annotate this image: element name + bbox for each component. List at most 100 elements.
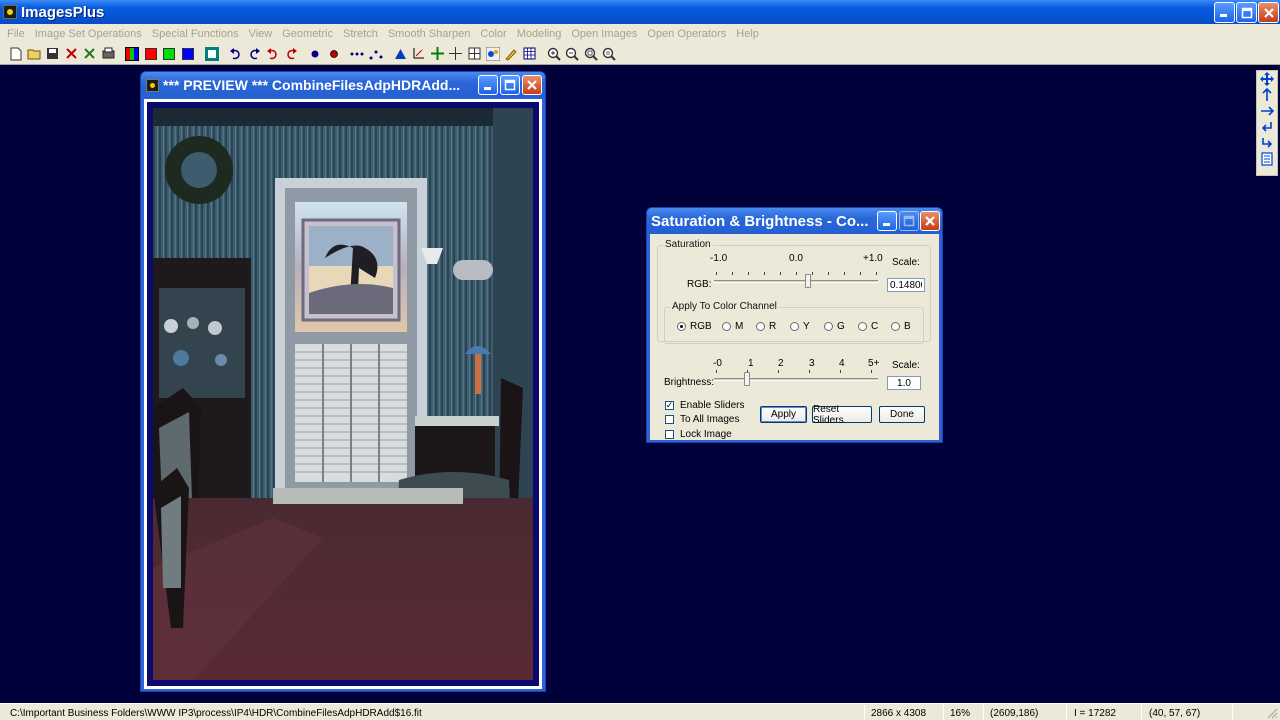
status-file-path: C:\Important Business Folders\WWW IP3\pr… bbox=[10, 707, 422, 719]
dialog-close-button[interactable] bbox=[920, 211, 940, 231]
brightness-value-field[interactable] bbox=[887, 376, 921, 390]
resize-grip-icon[interactable] bbox=[1266, 707, 1278, 719]
undo-all-icon[interactable] bbox=[264, 45, 281, 62]
preview-maximize-button[interactable] bbox=[500, 75, 520, 95]
menu-help[interactable]: Help bbox=[731, 28, 764, 40]
pyramid-icon[interactable] bbox=[392, 45, 409, 62]
zoom-actual-icon[interactable] bbox=[601, 45, 618, 62]
redo-all-icon[interactable] bbox=[283, 45, 300, 62]
histogram-icon[interactable] bbox=[203, 45, 220, 62]
saturation-slider[interactable] bbox=[714, 270, 878, 290]
brightness-slider[interactable] bbox=[714, 368, 878, 388]
status-rgb-values: (40, 57, 67) bbox=[1149, 707, 1201, 719]
minimize-icon bbox=[882, 222, 890, 226]
app-title: ImagesPlus bbox=[21, 3, 105, 21]
channel-radio-r[interactable]: R bbox=[756, 321, 776, 332]
redo-icon[interactable] bbox=[246, 45, 263, 62]
dialog-titlebar[interactable]: Saturation & Brightness - Co... bbox=[647, 208, 942, 234]
maximize-button[interactable] bbox=[1236, 2, 1257, 23]
saturation-rgb-label: RGB: bbox=[687, 279, 712, 290]
minimize-icon bbox=[1220, 14, 1227, 17]
menu-special-functions[interactable]: Special Functions bbox=[147, 28, 244, 40]
pencil-icon[interactable] bbox=[503, 45, 520, 62]
rotate-right-icon[interactable] bbox=[1257, 135, 1277, 151]
zoom-out-icon[interactable] bbox=[564, 45, 581, 62]
enable-sliders-checkbox[interactable]: ✓ Enable Sliders bbox=[665, 400, 744, 411]
apply-button[interactable]: Apply bbox=[760, 406, 807, 423]
channel-radio-g[interactable]: G bbox=[824, 321, 845, 332]
line-dots-icon[interactable] bbox=[349, 45, 366, 62]
preview-window[interactable]: *** PREVIEW *** CombineFilesAdpHDRAdd... bbox=[140, 71, 546, 692]
preview-close-button[interactable] bbox=[522, 75, 542, 95]
table-icon[interactable] bbox=[521, 45, 538, 62]
menu-color[interactable]: Color bbox=[475, 28, 511, 40]
channel-radio-rgb[interactable]: RGB bbox=[677, 321, 712, 332]
preview-minimize-button[interactable] bbox=[478, 75, 498, 95]
saturation-group-label: Saturation bbox=[663, 239, 713, 250]
move-all-icon[interactable] bbox=[1257, 71, 1277, 87]
reset-sliders-button[interactable]: Reset Sliders bbox=[812, 404, 872, 426]
menu-geometric[interactable]: Geometric bbox=[277, 28, 338, 40]
blue-channel-icon[interactable] bbox=[179, 45, 196, 62]
maximize-icon bbox=[504, 79, 516, 91]
new-file-icon[interactable] bbox=[7, 45, 24, 62]
channel-radio-c[interactable]: C bbox=[858, 321, 878, 332]
preview-canvas[interactable] bbox=[144, 99, 542, 689]
preview-image[interactable] bbox=[153, 108, 533, 680]
lock-image-checkbox[interactable]: Lock Image bbox=[665, 429, 732, 440]
minimize-button[interactable] bbox=[1214, 2, 1235, 23]
preview-title: *** PREVIEW *** CombineFilesAdpHDRAdd... bbox=[163, 77, 461, 93]
menu-modeling[interactable]: Modeling bbox=[512, 28, 567, 40]
menu-file[interactable]: File bbox=[2, 28, 30, 40]
menu-open-images[interactable]: Open Images bbox=[566, 28, 642, 40]
curve-dots-icon[interactable] bbox=[368, 45, 385, 62]
close-all-icon[interactable] bbox=[81, 45, 98, 62]
mesh-icon[interactable] bbox=[447, 45, 464, 62]
brightness-slider-thumb[interactable] bbox=[744, 372, 750, 386]
star-icon[interactable] bbox=[484, 45, 501, 62]
saturation-scale-mid: 0.0 bbox=[789, 253, 803, 264]
close-button[interactable] bbox=[1258, 2, 1279, 23]
imagesplus-app-icon[interactable] bbox=[3, 5, 17, 19]
status-cursor-coords: (2609,186) bbox=[990, 707, 1039, 719]
saturation-value-field[interactable] bbox=[887, 278, 925, 292]
preview-window-icon[interactable] bbox=[146, 78, 159, 92]
color-point-icon[interactable] bbox=[325, 45, 342, 62]
save-icon[interactable] bbox=[44, 45, 61, 62]
crosshair-icon[interactable] bbox=[429, 45, 446, 62]
zoom-fit-icon[interactable] bbox=[582, 45, 599, 62]
channel-radio-y[interactable]: Y bbox=[790, 321, 810, 332]
arrow-up-icon[interactable] bbox=[1257, 87, 1277, 103]
dialog-maximize-button[interactable] bbox=[899, 211, 919, 231]
arrow-right-icon[interactable] bbox=[1257, 103, 1277, 119]
menu-stretch[interactable]: Stretch bbox=[338, 28, 383, 40]
channel-radio-b[interactable]: B bbox=[891, 321, 911, 332]
menu-image-set-operations[interactable]: Image Set Operations bbox=[30, 28, 147, 40]
print-icon[interactable] bbox=[100, 45, 117, 62]
undo-icon[interactable] bbox=[227, 45, 244, 62]
grid-icon[interactable] bbox=[466, 45, 483, 62]
to-all-images-checkbox[interactable]: To All Images bbox=[665, 414, 739, 425]
rgb-channels-icon[interactable] bbox=[124, 45, 141, 62]
red-channel-icon[interactable] bbox=[142, 45, 159, 62]
open-folder-icon[interactable] bbox=[26, 45, 43, 62]
menu-view[interactable]: View bbox=[244, 28, 278, 40]
app-titlebar[interactable]: ImagesPlus bbox=[0, 0, 1280, 24]
close-image-icon[interactable] bbox=[63, 45, 80, 62]
menu-smooth-sharpen[interactable]: Smooth Sharpen bbox=[383, 28, 476, 40]
saturation-slider-thumb[interactable] bbox=[805, 274, 812, 288]
copy-icon[interactable] bbox=[1257, 151, 1277, 167]
checkmark-icon: ✓ bbox=[665, 400, 674, 410]
dialog-minimize-button[interactable] bbox=[877, 211, 897, 231]
done-button[interactable]: Done bbox=[879, 406, 925, 423]
preview-titlebar[interactable]: *** PREVIEW *** CombineFilesAdpHDRAdd... bbox=[141, 72, 545, 98]
point-icon[interactable] bbox=[307, 45, 324, 62]
saturation-brightness-dialog[interactable]: Saturation & Brightness - Co... Saturati… bbox=[646, 207, 943, 443]
green-channel-icon[interactable] bbox=[161, 45, 178, 62]
menu-open-operators[interactable]: Open Operators bbox=[642, 28, 731, 40]
axes-icon[interactable] bbox=[410, 45, 427, 62]
dialog-body: Saturation -1.0 0.0 +1.0 Scale: RGB: App… bbox=[650, 234, 939, 440]
zoom-in-icon[interactable] bbox=[545, 45, 562, 62]
rotate-left-icon[interactable] bbox=[1257, 119, 1277, 135]
channel-radio-m[interactable]: M bbox=[722, 321, 743, 332]
